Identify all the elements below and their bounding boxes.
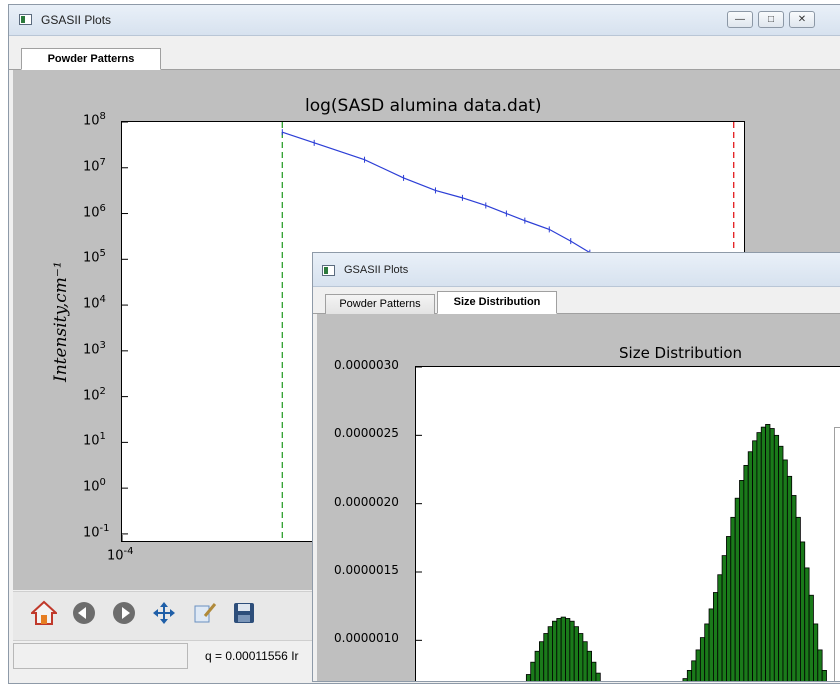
histogram-bar	[821, 669, 827, 681]
window-title: GSASII Plots	[41, 13, 112, 27]
y-tick-label: 104	[83, 294, 106, 312]
histogram-bar	[708, 608, 714, 681]
histogram-bar	[582, 641, 588, 681]
histogram-bar	[769, 428, 775, 681]
histogram-bar	[712, 592, 719, 681]
histogram-bar	[573, 626, 579, 681]
histogram-bar	[795, 516, 801, 681]
tab-bar: Powder Patterns Size Distribution	[313, 287, 840, 314]
app-icon	[322, 265, 335, 276]
histogram-bar	[704, 623, 710, 681]
y-tick-label: 0.0000025	[334, 426, 399, 441]
histogram-bar	[804, 567, 810, 681]
data-series-line	[282, 131, 602, 260]
maximize-button[interactable]: □	[758, 11, 784, 28]
y-axis-label: Intensity,cm⁻¹	[51, 261, 71, 382]
tab-size-distribution[interactable]: Size Distribution	[437, 291, 557, 314]
y-tick-label: 0.0000030	[334, 358, 399, 372]
histogram-bar	[682, 678, 688, 681]
y-tick-label: 102	[83, 385, 106, 403]
histogram-bar	[813, 623, 819, 681]
histogram-bar	[765, 424, 771, 681]
title-bar[interactable]: GSASII Plots	[313, 253, 840, 287]
histogram-bar	[686, 669, 693, 681]
histogram-bar	[534, 650, 540, 681]
histogram-bar	[556, 618, 562, 681]
histogram-bar	[782, 459, 788, 681]
histogram-bar	[799, 541, 806, 681]
gsas-plots-window-front: GSASII Plots Powder Patterns Size Distri…	[312, 252, 840, 682]
legend-box	[834, 427, 840, 681]
y-tick-label: 0.0000015	[334, 563, 399, 577]
close-button[interactable]: ✕	[789, 11, 815, 28]
histogram-bar	[578, 633, 584, 681]
window-title: GSASII Plots	[344, 264, 409, 276]
y-tick-label: 100	[83, 477, 106, 495]
tab-powder-patterns[interactable]: Powder Patterns	[325, 294, 435, 314]
tab-bar: Powder Patterns	[9, 36, 840, 70]
y-tick-label: 103	[83, 339, 106, 358]
status-field-left	[13, 643, 188, 669]
histogram-bar	[773, 434, 780, 681]
tab-label: Powder Patterns	[339, 298, 421, 310]
histogram-bar	[778, 445, 784, 681]
status-cursor-readout: q = 0.00011556 Ir	[205, 649, 299, 663]
app-icon	[19, 14, 32, 25]
save-icon[interactable]	[231, 600, 257, 626]
histogram-bar	[791, 495, 797, 681]
y-tick-label: 10-1	[83, 522, 110, 541]
pan-icon[interactable]	[151, 600, 177, 626]
histogram-bar	[539, 641, 545, 681]
y-tick-label: 0.0000020	[334, 494, 399, 509]
histogram-bar	[726, 536, 732, 681]
histogram-bar	[547, 626, 553, 681]
histogram-bar	[747, 451, 753, 681]
plot-axes[interactable]	[415, 366, 840, 681]
size-distribution-plot	[416, 367, 827, 681]
histogram-bar	[543, 633, 549, 681]
y-tick-label: 101	[83, 431, 106, 449]
minimize-button[interactable]: —	[727, 11, 753, 28]
y-tick-label: 107	[83, 156, 106, 175]
histogram-bar	[591, 661, 597, 681]
y-tick-label: 106	[83, 202, 106, 220]
histogram-bar	[525, 674, 532, 681]
histogram-bar	[786, 475, 793, 681]
histogram-bar	[739, 480, 745, 681]
histogram-bar	[730, 516, 736, 681]
plot-title: log(SASD alumina data.dat)	[305, 96, 542, 116]
histogram-bar	[595, 672, 601, 681]
histogram-bar	[565, 618, 571, 681]
histogram-bar	[586, 650, 592, 681]
x-tick-label: 10-4	[107, 546, 134, 564]
y-tick-label: 108	[83, 111, 106, 129]
histogram-bar	[817, 649, 823, 681]
back-arrow-icon[interactable]	[71, 600, 97, 626]
histogram-bar	[760, 426, 766, 681]
tab-label: Powder Patterns	[47, 53, 135, 65]
tab-label: Size Distribution	[453, 296, 541, 308]
histogram-bar	[752, 440, 758, 681]
histogram-bar	[699, 637, 706, 681]
histogram-bar	[756, 432, 762, 681]
histogram-bar	[695, 649, 701, 681]
y-tick-label: 0.0000010	[334, 631, 399, 646]
histogram-bar	[530, 661, 536, 681]
tab-powder-patterns[interactable]: Powder Patterns	[21, 48, 161, 70]
histogram-bar	[717, 574, 723, 681]
plot-canvas[interactable]: Size Distribution 0.0000030 0.0000025 0.00…	[317, 314, 840, 681]
histogram-bar	[691, 660, 697, 681]
histogram-bar	[734, 497, 740, 681]
title-bar[interactable]: GSASII Plots — □ ✕	[9, 5, 840, 36]
forward-arrow-icon[interactable]	[111, 600, 137, 626]
plot-title: Size Distribution	[619, 344, 743, 362]
histogram-bar	[560, 616, 566, 681]
histogram-bar	[721, 555, 727, 681]
histogram-bar	[808, 594, 814, 681]
configure-subplots-icon[interactable]	[191, 600, 217, 626]
y-tick-label: 105	[83, 248, 106, 266]
histogram-bar	[743, 465, 749, 681]
home-icon[interactable]	[31, 600, 57, 626]
